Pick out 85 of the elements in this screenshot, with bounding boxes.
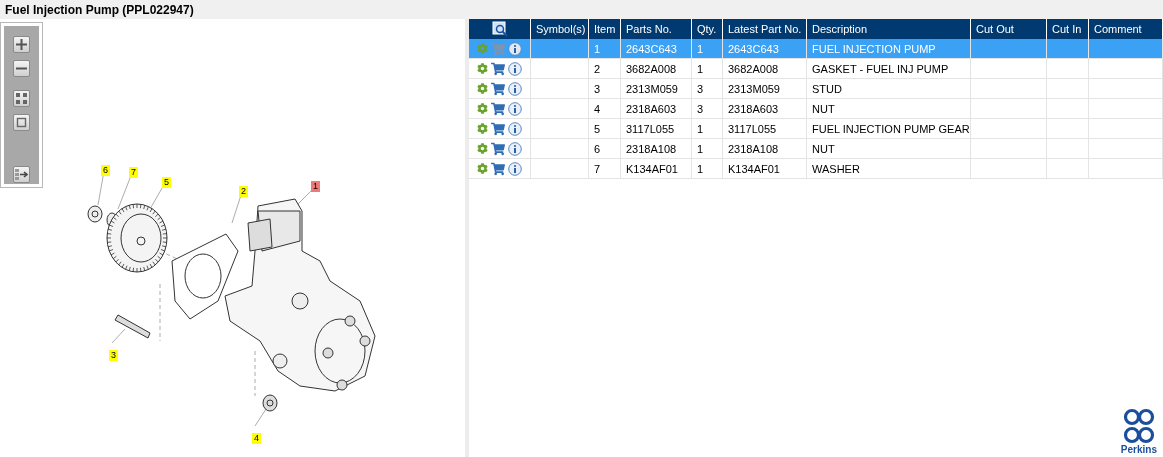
table-cell: 2643C643	[621, 39, 692, 59]
column-header[interactable]: Latest Part No.	[723, 19, 807, 39]
column-header[interactable]: Symbol(s)	[531, 19, 589, 39]
table-cell	[1047, 79, 1089, 99]
gear-icon[interactable]	[477, 103, 488, 114]
column-header[interactable]: Parts No.	[621, 19, 692, 39]
column-header[interactable]: Comment	[1089, 19, 1163, 39]
table-cell: 1	[692, 59, 723, 79]
callout-label[interactable]: 2	[239, 186, 248, 197]
callout-label[interactable]: 1	[311, 181, 320, 192]
table-cell: WASHER	[807, 159, 971, 179]
table-cell: 3	[692, 99, 723, 119]
table-cell: 1	[692, 39, 723, 59]
callout-label[interactable]: 6	[101, 165, 110, 176]
gear-icon[interactable]	[477, 63, 488, 74]
table-cell: 3	[589, 79, 621, 99]
cart-icon[interactable]	[491, 81, 505, 96]
cart-icon[interactable]	[491, 161, 505, 176]
table-cell: 3682A008	[723, 59, 807, 79]
table-cell: 1	[692, 139, 723, 159]
zoom-in-icon[interactable]	[13, 36, 30, 53]
table-cell	[1047, 99, 1089, 119]
window-title: Fuel Injection Pump (PPL022947)	[5, 2, 194, 17]
callout-label[interactable]: 7	[129, 167, 138, 178]
table-cell: NUT	[807, 99, 971, 119]
table-cell: 2643C643	[723, 39, 807, 59]
gear-icon[interactable]	[477, 143, 488, 154]
column-header[interactable]: Cut Out	[971, 19, 1047, 39]
table-cell	[1047, 139, 1089, 159]
table-cell: 3	[692, 79, 723, 99]
info-icon[interactable]	[508, 141, 522, 156]
frame-icon[interactable]	[13, 114, 30, 131]
table-cell: 1	[692, 159, 723, 179]
info-icon[interactable]	[508, 81, 522, 96]
gear-icon[interactable]	[477, 83, 488, 94]
column-header[interactable]: Description	[807, 19, 971, 39]
table-cell: 6	[589, 139, 621, 159]
table-cell: 2318A603	[621, 99, 692, 119]
info-icon[interactable]	[508, 121, 522, 136]
info-icon[interactable]	[508, 61, 522, 76]
fit-grid-icon[interactable]	[13, 90, 30, 107]
table-cell: 1	[589, 39, 621, 59]
table-cell: 2313M059	[723, 79, 807, 99]
table-cell: 2318A108	[723, 139, 807, 159]
callout-label[interactable]: 4	[252, 433, 261, 444]
info-icon[interactable]	[508, 41, 522, 56]
callout-label[interactable]: 5	[162, 177, 171, 188]
cart-icon[interactable]	[491, 141, 505, 156]
table-cell: 2318A603	[723, 99, 807, 119]
column-header[interactable]: Item	[589, 19, 621, 39]
table-cell: 1	[692, 119, 723, 139]
zoom-out-icon[interactable]	[13, 60, 30, 77]
column-header[interactable]: Qty.	[692, 19, 723, 39]
table-cell	[1047, 59, 1089, 79]
table-cell: NUT	[807, 139, 971, 159]
cart-icon[interactable]	[491, 61, 505, 76]
table-cell: 3682A008	[621, 59, 692, 79]
table-cell: GASKET - FUEL INJ PUMP	[807, 59, 971, 79]
table-cell: STUD	[807, 79, 971, 99]
logo-text: Perkins	[1120, 444, 1157, 455]
table-cell: FUEL INJECTION PUMP GEAR	[807, 119, 971, 139]
cart-icon[interactable]	[491, 101, 505, 116]
table-cell	[1047, 119, 1089, 139]
gear-icon[interactable]	[477, 123, 488, 134]
gear-icon[interactable]	[477, 163, 488, 174]
info-icon[interactable]	[508, 101, 522, 116]
table-cell: K134AF01	[621, 159, 692, 179]
table-cell: 4	[589, 99, 621, 119]
search-icon[interactable]	[491, 21, 508, 37]
callout-label[interactable]: 3	[109, 350, 118, 361]
table-cell: 2	[589, 59, 621, 79]
table-cell: 2313M059	[621, 79, 692, 99]
table-cell: 7	[589, 159, 621, 179]
table-cell: FUEL INJECTION PUMP	[807, 39, 971, 59]
cart-icon[interactable]	[491, 121, 505, 136]
table-cell: 5	[589, 119, 621, 139]
table-cell: 3117L055	[723, 119, 807, 139]
logo-emblem-icon	[1121, 408, 1156, 444]
table-cell	[1047, 39, 1089, 59]
table-cell: 3117L055	[621, 119, 692, 139]
info-icon[interactable]	[508, 161, 522, 176]
table-cell: K134AF01	[723, 159, 807, 179]
table-cell	[1047, 159, 1089, 179]
table-cell: 2318A108	[621, 139, 692, 159]
column-header[interactable]: Cut In	[1047, 19, 1089, 39]
